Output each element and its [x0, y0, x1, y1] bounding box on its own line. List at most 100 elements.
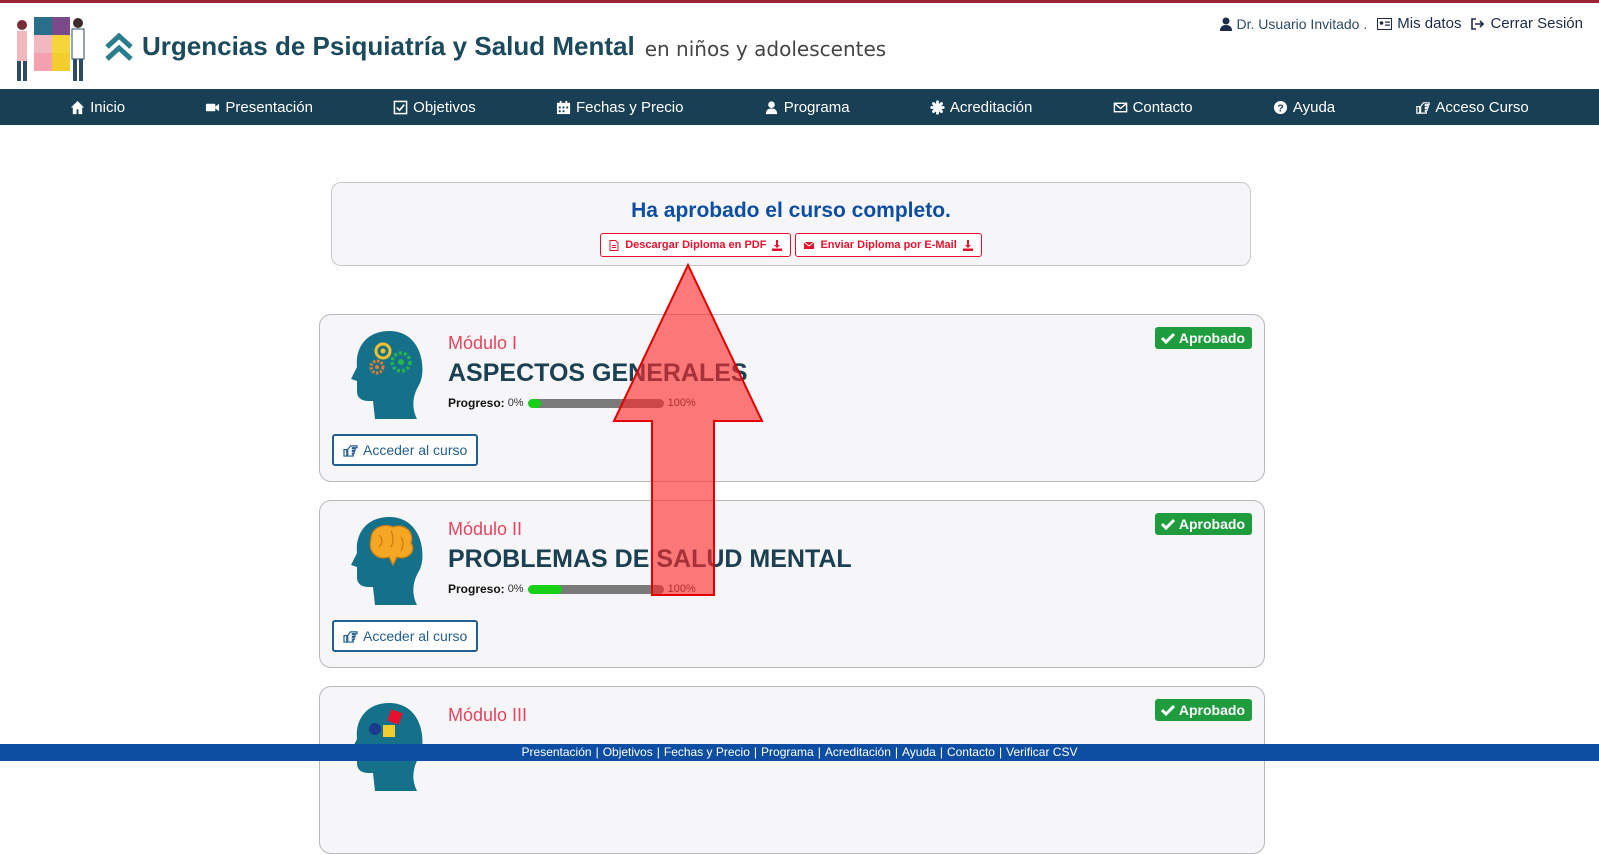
calendar-icon	[556, 100, 570, 114]
certificate-icon	[930, 99, 945, 115]
envelope-icon	[1113, 102, 1127, 112]
approved-message: Ha aprobado el curso completo.	[631, 199, 951, 222]
progress-label: Progreso:	[448, 396, 505, 410]
footer-separator: |	[595, 745, 599, 759]
hand-point-icon	[343, 630, 358, 643]
footer-link-programa[interactable]: Programa	[761, 745, 814, 759]
nav-item-acceso-curso[interactable]: Acceso Curso	[1415, 98, 1529, 116]
nav-label: Contacto	[1132, 98, 1193, 116]
site-subtitle: en niños y adolescentes	[644, 36, 887, 61]
progress-min: 0%	[507, 397, 524, 409]
module-card-1: Módulo I ASPECTOS GENERALES Progreso: 0%…	[319, 314, 1265, 482]
footer-separator: |	[753, 745, 758, 759]
nav-label: Presentación	[225, 98, 313, 116]
hand-point-icon	[343, 444, 358, 457]
status-label: Aprobado	[1178, 702, 1245, 718]
head-brain-icon	[351, 517, 423, 605]
module-progress: Progreso: 0% 100%	[448, 582, 696, 596]
download-pdf-label: Descargar Diploma en PDF	[625, 239, 767, 251]
progress-fill	[527, 398, 542, 408]
nav-label: Objetivos	[413, 98, 476, 116]
nav-item-ayuda[interactable]: ? Ayuda	[1273, 99, 1335, 116]
video-icon	[206, 103, 220, 111]
footer-link-acreditacion[interactable]: Acreditación	[825, 745, 891, 759]
nav-item-contacto[interactable]: Contacto	[1113, 99, 1193, 116]
footer-separator: |	[656, 745, 660, 759]
user-bar: Dr. Usuario Invitado . Mis datos Cerrar …	[1219, 15, 1583, 32]
footer-link-fechas[interactable]: Fechas y Precio	[664, 745, 750, 759]
nav-label: Ayuda	[1292, 98, 1336, 116]
download-icon	[772, 239, 783, 251]
module-title: ASPECTOS GENERALES	[448, 359, 748, 387]
nav-item-fechas[interactable]: Fechas y Precio	[556, 98, 684, 116]
footer-separator: |	[817, 745, 821, 759]
check-icon	[1160, 332, 1175, 344]
module-number: Módulo III	[448, 705, 528, 725]
site-title: Urgencias de Psiquiatría y Salud Mental	[142, 31, 635, 61]
question-icon: ?	[1273, 100, 1287, 114]
access-course-button[interactable]: Acceder al curso	[332, 620, 479, 652]
footer-separator: |	[998, 745, 1003, 759]
access-course-label: Acceder al curso	[363, 442, 468, 458]
home-icon	[71, 100, 85, 114]
course-approved-panel: Ha aprobado el curso completo. Descargar…	[331, 182, 1251, 266]
nav-item-acreditacion[interactable]: Acreditación	[930, 98, 1033, 116]
status-badge: Aprobado	[1154, 327, 1252, 349]
my-data-label: Mis datos	[1397, 15, 1462, 32]
progress-bar	[527, 584, 664, 594]
nav-item-inicio[interactable]: Inicio	[70, 99, 125, 116]
nav-label: Acreditación	[949, 98, 1033, 116]
progress-label: Progreso:	[448, 582, 505, 596]
footer-link-presentacion[interactable]: Presentación	[522, 745, 592, 759]
main-nav: Inicio Presentación Objetivos Fechas y P…	[0, 89, 1599, 125]
progress-max: 100%	[667, 583, 696, 595]
id-card-icon	[1377, 17, 1393, 30]
progress-fill	[527, 584, 562, 594]
footer-link-objetivos[interactable]: Objetivos	[603, 745, 653, 759]
module-title: PROBLEMAS DE SALUD MENTAL	[448, 545, 852, 573]
progress-bar	[527, 398, 664, 408]
logout-link[interactable]: Cerrar Sesión	[1471, 15, 1583, 32]
user-icon	[1219, 17, 1232, 31]
site-header: Urgencias de Psiquiatría y Salud Mental …	[0, 3, 1599, 89]
nav-label: Programa	[783, 98, 850, 116]
progress-max: 100%	[667, 397, 696, 409]
module-card-2: Módulo II PROBLEMAS DE SALUD MENTAL Prog…	[319, 500, 1265, 668]
email-diploma-label: Enviar Diploma por E-Mail	[820, 239, 957, 251]
double-chevron-up-icon	[105, 32, 133, 61]
sign-out-icon	[1471, 17, 1485, 30]
email-diploma-button[interactable]: Enviar Diploma por E-Mail	[795, 233, 982, 257]
nav-label: Inicio	[90, 98, 126, 116]
progress-min: 0%	[507, 583, 524, 595]
user-icon	[765, 100, 777, 114]
module-card-3: Módulo III Aprobado	[319, 686, 1265, 854]
my-data-link[interactable]: Mis datos	[1377, 15, 1461, 32]
status-badge: Aprobado	[1154, 699, 1252, 721]
nav-item-objetivos[interactable]: Objetivos	[393, 99, 476, 116]
file-pdf-icon	[609, 239, 619, 251]
logo-puzzle-people	[17, 17, 85, 81]
footer-link-verificar-csv[interactable]: Verificar CSV	[1006, 745, 1077, 759]
checkbox-icon	[393, 100, 408, 114]
logout-label: Cerrar Sesión	[1490, 15, 1583, 32]
footer-separator: |	[939, 745, 943, 759]
access-course-button[interactable]: Acceder al curso	[332, 434, 479, 466]
nav-label: Acceso Curso	[1435, 98, 1529, 116]
nav-item-presentacion[interactable]: Presentación	[205, 99, 313, 116]
module-number: Módulo I	[448, 333, 518, 353]
footer-link-ayuda[interactable]: Ayuda	[902, 745, 936, 759]
svg-text:?: ?	[1277, 103, 1283, 114]
nav-item-programa[interactable]: Programa	[764, 99, 850, 116]
head-gears-icon	[351, 331, 423, 419]
nav-label: Fechas y Precio	[575, 98, 684, 116]
footer-link-contacto[interactable]: Contacto	[947, 745, 995, 759]
check-icon	[1160, 704, 1175, 716]
user-name: Dr. Usuario Invitado .	[1236, 15, 1368, 32]
download-diploma-pdf-button[interactable]: Descargar Diploma en PDF	[600, 233, 792, 257]
footer-separator: |	[894, 745, 899, 759]
status-label: Aprobado	[1178, 330, 1245, 346]
module-number: Módulo II	[448, 519, 523, 539]
status-badge: Aprobado	[1154, 513, 1252, 535]
envelope-icon	[804, 241, 815, 249]
hand-point-icon	[1416, 101, 1431, 114]
